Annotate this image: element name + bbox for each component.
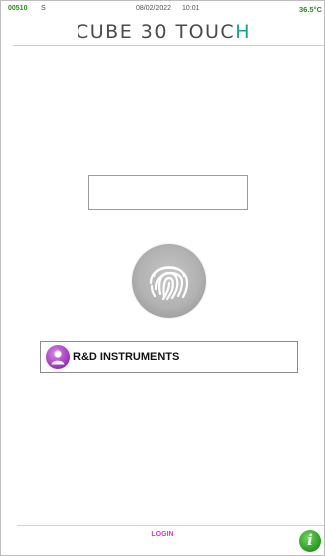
device-id: 00510	[8, 5, 28, 12]
header-divider	[13, 45, 324, 46]
info-icon[interactable]: i	[299, 530, 321, 552]
fingerprint-button[interactable]	[132, 244, 206, 318]
app-window: 00510 S 08/02/2022 10:01 36.5°C CUBE 30 …	[0, 0, 325, 556]
footer-divider	[17, 525, 324, 526]
brand-title: CUBE 30 TOUCH	[78, 21, 248, 43]
status-date: 08/02/2022	[136, 5, 172, 12]
info-glyph: i	[307, 531, 313, 549]
user-id-field[interactable]	[88, 175, 248, 210]
brand-logo: CUBE 30 TOUCH	[1, 20, 324, 44]
user-select-button[interactable]: R&D INSTRUMENTS	[40, 341, 298, 373]
temperature-readout: 36.5°C	[298, 5, 322, 14]
person-icon	[51, 350, 65, 365]
mode-indicator: S	[41, 5, 46, 12]
status-bar: 00510 S 08/02/2022 10:01 36.5°C	[1, 1, 324, 16]
login-button[interactable]: LOGIN	[1, 531, 324, 538]
user-button-label: R&D INSTRUMENTS	[73, 351, 180, 363]
user-avatar-icon	[46, 345, 70, 369]
svg-text:CUBE 30 TOUCH: CUBE 30 TOUCH	[78, 21, 248, 43]
status-time: 10:01	[182, 5, 200, 12]
fingerprint-icon	[149, 266, 189, 301]
